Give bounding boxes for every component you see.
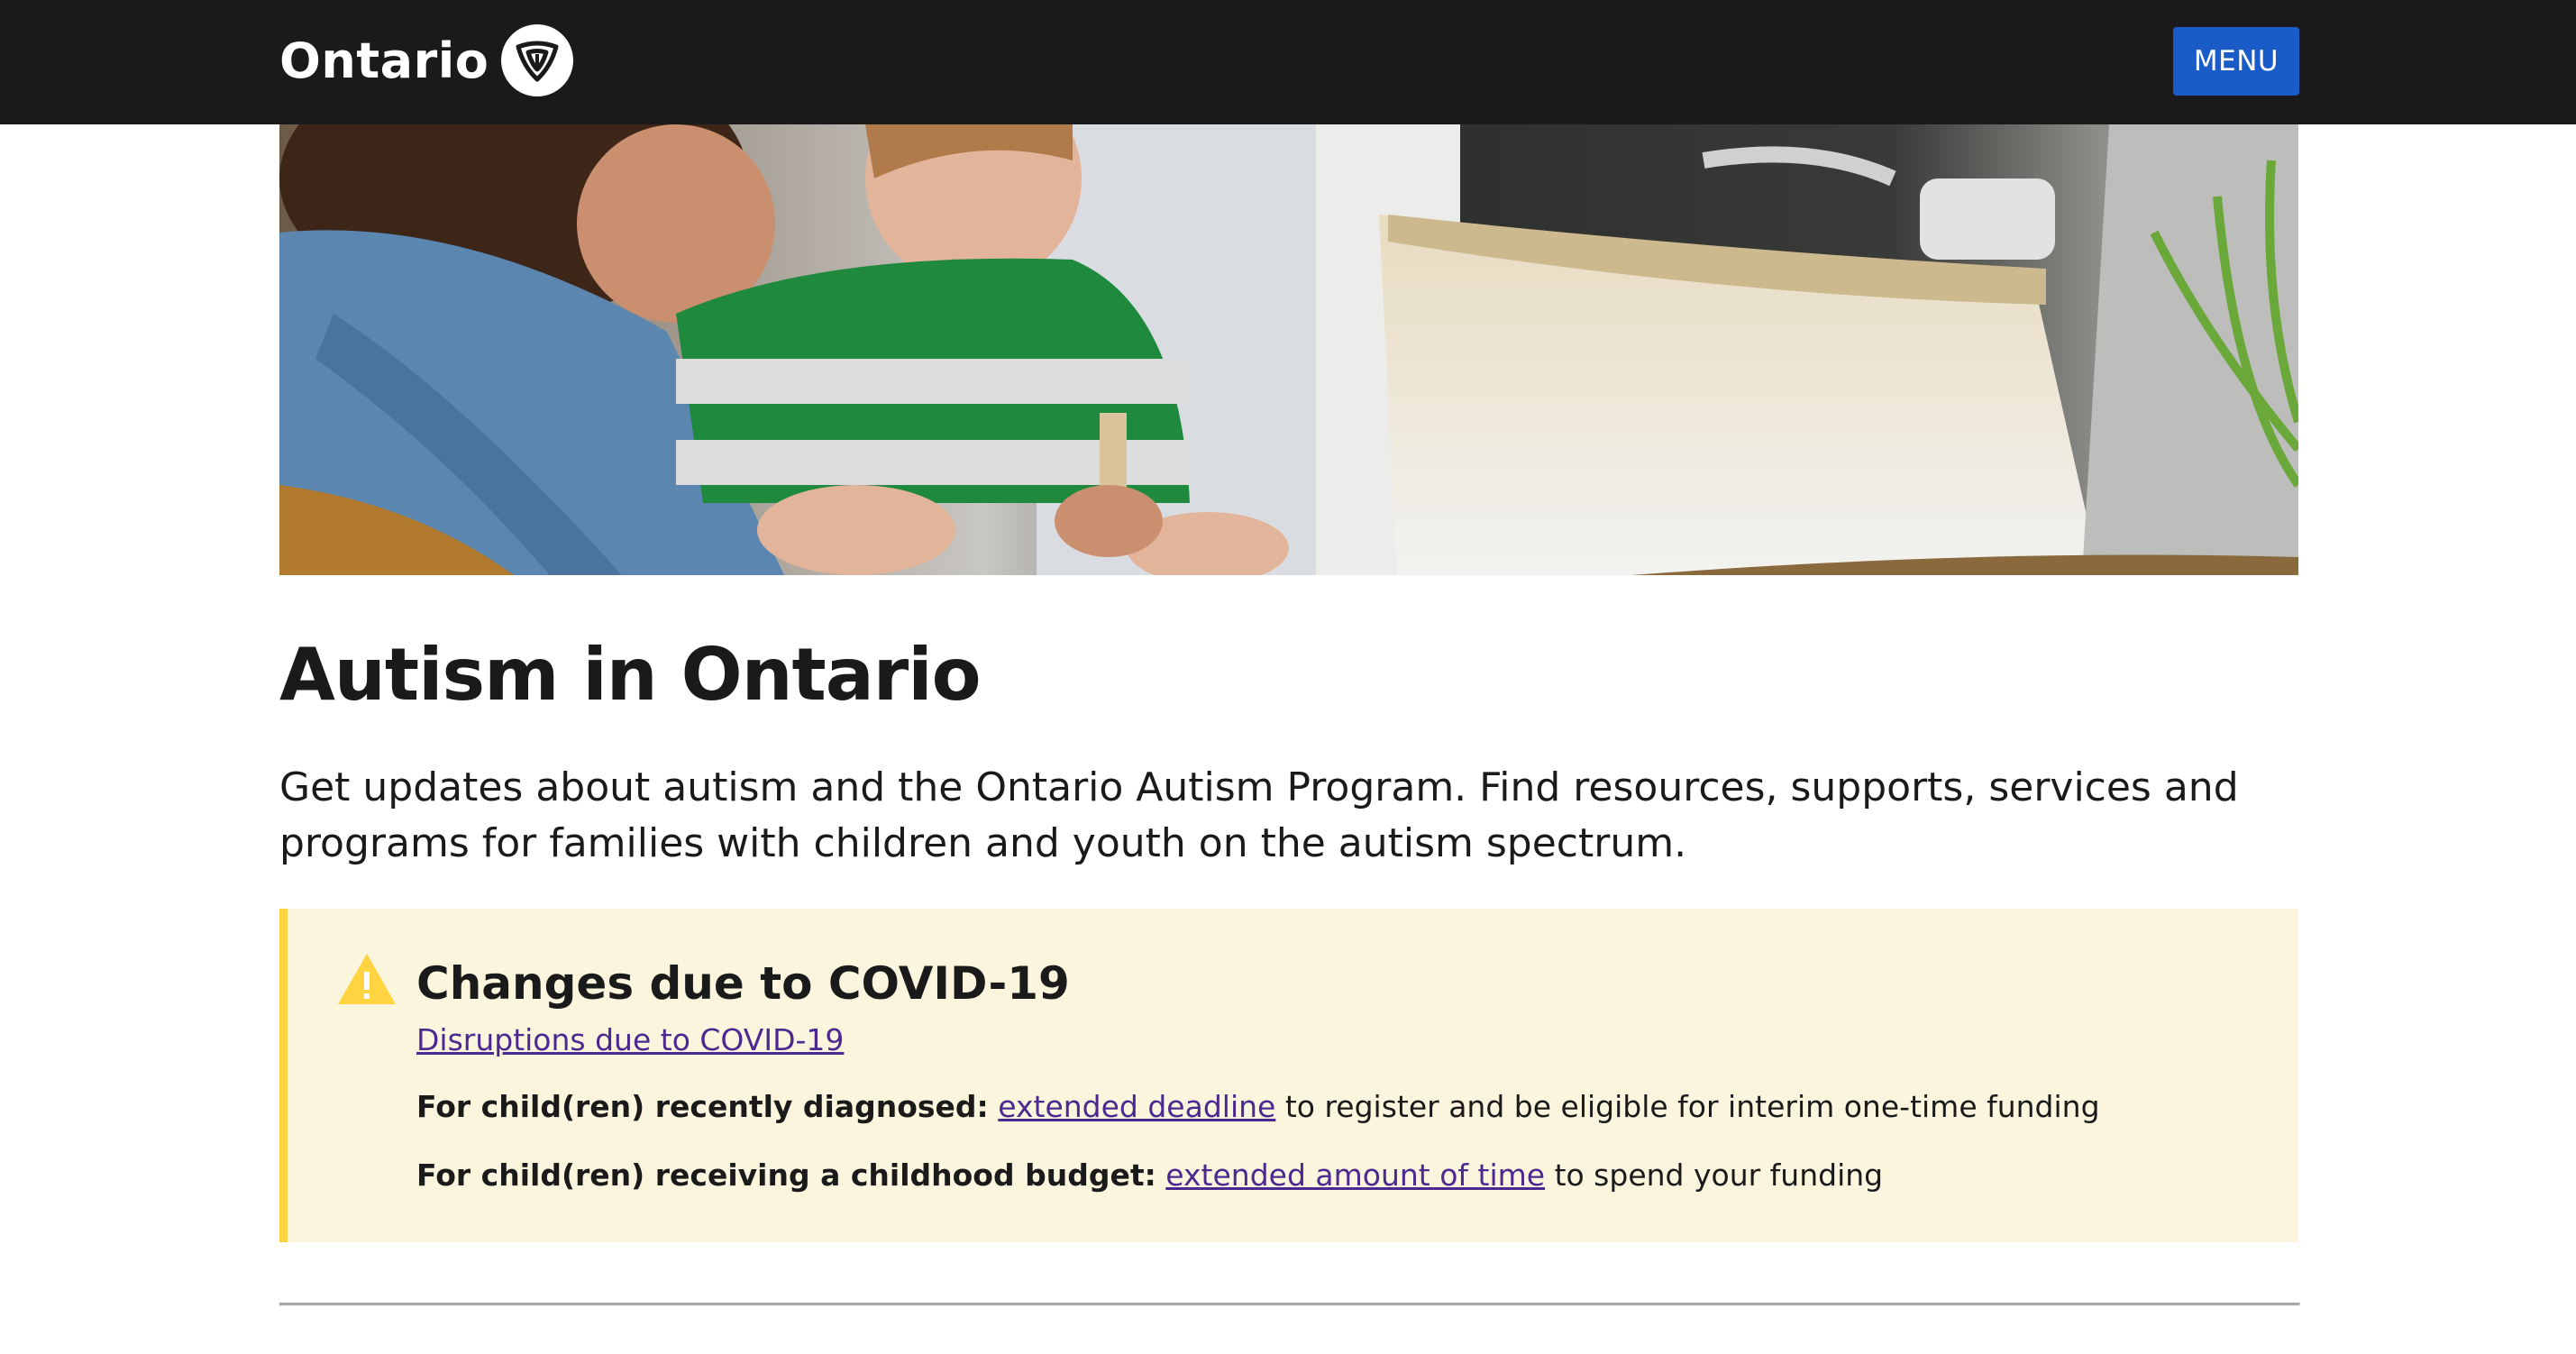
- warning-icon: [336, 952, 397, 1006]
- trillium-icon: [501, 24, 574, 96]
- ontario-logo[interactable]: Ontario: [279, 23, 574, 97]
- disruptions-link[interactable]: Disruptions due to COVID-19: [416, 1022, 844, 1057]
- extended-deadline-link[interactable]: extended deadline: [998, 1089, 1275, 1124]
- alert-heading: Changes due to COVID-19: [416, 957, 1070, 1010]
- extended-time-link[interactable]: extended amount of time: [1165, 1157, 1545, 1193]
- menu-button[interactable]: MENU: [2173, 27, 2299, 96]
- page-title: Autism in Ontario: [279, 633, 982, 717]
- alert-item-label: For child(ren) receiving a childhood bud…: [416, 1157, 1156, 1193]
- logo-wordmark: Ontario: [279, 32, 489, 89]
- alert-item-childhood-budget: For child(ren) receiving a childhood bud…: [416, 1157, 1883, 1193]
- alert-item-recently-diagnosed: For child(ren) recently diagnosed: exten…: [416, 1089, 2100, 1124]
- hero-image: [279, 124, 2298, 575]
- intro-paragraph: Get updates about autism and the Ontario…: [279, 764, 2239, 866]
- alert-item-text: to register and be eligible for interim …: [1275, 1089, 2100, 1124]
- covid-alert: Changes due to COVID-19 Disruptions due …: [279, 909, 2298, 1242]
- section-divider: [279, 1303, 2300, 1306]
- site-header: Ontario MENU: [0, 0, 2576, 124]
- alert-item-label: For child(ren) recently diagnosed:: [416, 1089, 989, 1124]
- alert-item-text: to spend your funding: [1545, 1157, 1884, 1193]
